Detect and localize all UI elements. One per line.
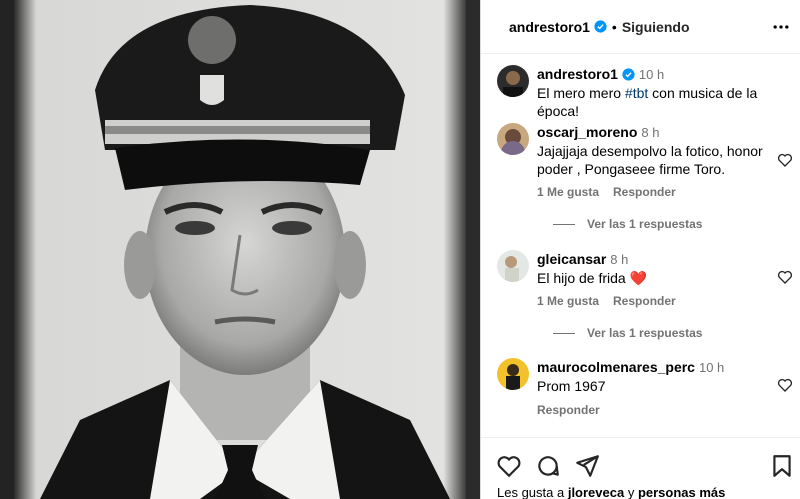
more-options-icon[interactable] [771,17,791,37]
comment-time: 10 h [698,360,725,375]
comment-item: gleicansar 8 h El hijo de frida ❤️ 1 Me g… [497,250,797,345]
comment-text: El hijo de frida ❤️ [537,270,648,286]
comment-username[interactable]: maurocolmenares_perc [537,359,695,375]
comment-text: Jajajjaja desempolvo la fotico, honor po… [537,143,763,177]
likes-conjunction: y [624,485,638,499]
caption-hashtag[interactable]: #tbt [625,85,648,101]
like-comment-heart-icon[interactable] [777,377,793,393]
comment-meta: 1 Me gusta Responder [537,294,690,308]
likes-others-link[interactable]: personas más [638,485,725,499]
commenter-avatar[interactable] [497,250,529,282]
comment-item: maurocolmenares_perc 10 h Prom 1967 Respo… [497,358,797,423]
reply-button[interactable]: Responder [613,294,676,308]
comment-likes-count[interactable]: 1 Me gusta [537,294,599,308]
likes-user-link[interactable]: jloreveca [568,485,624,499]
header-separator: • [611,18,617,35]
view-replies[interactable]: Ver las 1 respuestas [553,217,702,231]
heart-icon[interactable] [496,453,522,479]
post-author-username[interactable]: andrestoro1 [509,19,590,35]
comment-username[interactable]: oscarj_moreno [537,124,637,140]
likes-prefix: Les gusta a [497,485,568,499]
reply-button[interactable]: Responder [613,185,676,199]
comment-time: 8 h [610,252,629,267]
caption-username[interactable]: andrestoro1 [537,66,618,82]
comment-meta: Responder [537,403,614,417]
post-actions-bar: Les gusta a jloreveca y personas más [481,437,800,499]
commenter-avatar[interactable] [497,123,529,155]
comment-item: oscarj_moreno 8 h Jajajjaja desempolvo la… [497,123,797,233]
author-avatar[interactable] [497,65,529,97]
like-comment-heart-icon[interactable] [777,152,793,168]
caption-time: 10 h [638,67,665,82]
bookmark-icon[interactable] [769,453,795,479]
view-replies-label: Ver las 1 respuestas [587,217,703,231]
commenter-avatar[interactable] [497,358,529,390]
share-icon[interactable] [574,453,600,479]
photo-image [0,0,480,499]
reply-button[interactable]: Responder [537,403,600,417]
comment-text: Prom 1967 [537,378,606,394]
verified-badge-icon [622,68,635,81]
comments-panel: andrestoro1 • Siguiendo andrestoro1 10 h … [480,0,800,499]
comment-username[interactable]: gleicansar [537,251,606,267]
comment-likes-count[interactable]: 1 Me gusta [537,185,599,199]
comment-meta: 1 Me gusta Responder [537,185,690,199]
comment-time: 8 h [641,125,660,140]
comment-icon[interactable] [535,453,561,479]
like-comment-heart-icon[interactable] [777,269,793,285]
post-photo[interactable] [0,0,480,499]
caption-text-start: El mero mero [537,85,625,101]
post-header: andrestoro1 • Siguiendo [481,0,800,54]
post-caption: andrestoro1 10 h El mero mero #tbt con mu… [497,65,797,119]
following-button[interactable]: Siguiendo [622,19,690,35]
likes-summary: Les gusta a jloreveca y personas más [497,485,725,499]
verified-badge-icon [594,20,607,33]
view-replies[interactable]: Ver las 1 respuestas [553,326,702,340]
view-replies-label: Ver las 1 respuestas [587,326,703,340]
